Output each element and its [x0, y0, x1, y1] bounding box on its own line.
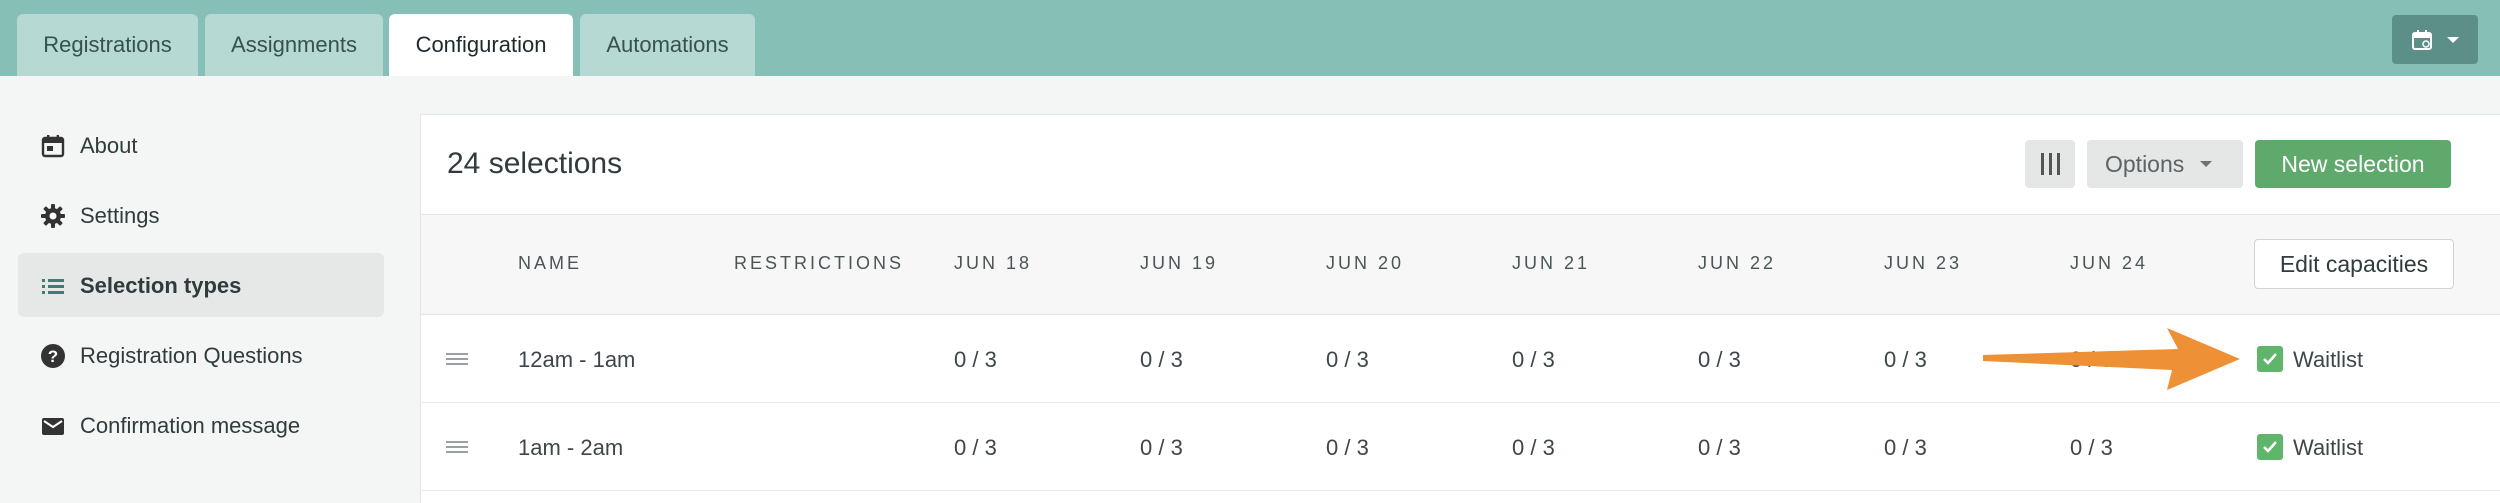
selection-count: 24 selections [447, 147, 623, 180]
capacity-cell: 0 / 3 [2070, 435, 2113, 460]
row-name: 12am - 1am [518, 347, 636, 372]
calendar-dropdown-button[interactable] [2392, 15, 2478, 64]
column-toggle-button[interactable] [2025, 140, 2075, 188]
sidebar-item-settings[interactable]: Settings [18, 183, 384, 247]
column-header-date[interactable]: Jun 23 [1884, 253, 1962, 274]
edit-capacities-button[interactable]: Edit capacities [2254, 239, 2454, 289]
sidebar-item-confirmation-message[interactable]: Confirmation message [18, 393, 384, 457]
sidebar-item-label: About [80, 133, 138, 158]
table-row[interactable]: 12am - 1am 0 / 3 0 / 3 0 / 3 0 / 3 0 / 3… [421, 315, 2500, 403]
column-header-date[interactable]: Jun 18 [954, 253, 1032, 274]
checkmark-icon [2263, 353, 2277, 365]
column-header-restrictions[interactable]: Restrictions [734, 253, 904, 274]
calendar-icon [2412, 29, 2432, 50]
sidebar-item-label: Registration Questions [80, 343, 303, 368]
sidebar-item-label: Selection types [80, 273, 242, 298]
drag-handle-icon[interactable] [446, 353, 468, 365]
list-icon [42, 279, 64, 294]
capacity-cell: 0 / 3 [1884, 347, 1927, 372]
capacity-cell: 0 / 3 [954, 347, 997, 372]
waitlist-label: Waitlist [2293, 347, 2364, 372]
capacity-cell: 0 / 3 [1884, 435, 1927, 460]
column-header-date[interactable]: Jun 19 [1140, 253, 1218, 274]
waitlist-checkbox[interactable] [2257, 346, 2283, 372]
sidebar-item-label: Settings [80, 203, 160, 228]
column-header-name[interactable]: Name [518, 253, 582, 274]
capacity-cell: 0 / 3 [954, 435, 997, 460]
capacity-cell: 0 / 3 [1512, 435, 1555, 460]
column-header-date[interactable]: Jun 20 [1326, 253, 1404, 274]
new-selection-button[interactable]: New selection [2255, 140, 2451, 188]
tab-registrations[interactable]: Registrations [17, 14, 198, 76]
tab-assignments[interactable]: Assignments [205, 14, 383, 76]
options-label: Options [2105, 150, 2185, 177]
table-row[interactable]: 1am - 2am 0 / 3 0 / 3 0 / 3 0 / 3 0 / 3 … [421, 403, 2500, 491]
column-header-date[interactable]: Jun 21 [1512, 253, 1590, 274]
capacity-cell: 0 / 3 [1326, 435, 1369, 460]
checkmark-icon [2263, 441, 2277, 453]
table-header: Name Restrictions Jun 18 Jun 19 Jun 20 J… [421, 215, 2500, 315]
capacity-cell: 0 / 3 [1698, 347, 1741, 372]
column-header-date[interactable]: Jun 24 [2070, 253, 2148, 274]
envelope-icon [42, 418, 64, 435]
calendar-icon [41, 135, 65, 158]
tab-configuration[interactable]: Configuration [389, 14, 573, 76]
chevron-down-icon [2447, 36, 2459, 43]
capacity-cell: 0 / 3 [1140, 347, 1183, 372]
row-name: 1am - 2am [518, 435, 624, 460]
capacity-cell: 0 / 3 [1140, 435, 1183, 460]
capacity-cell: 0 / 3 [1326, 347, 1369, 372]
waitlist-label: Waitlist [2293, 435, 2364, 460]
drag-handle-icon[interactable] [446, 441, 468, 453]
sidebar-item-selection-types[interactable]: Selection types [18, 253, 384, 317]
question-icon: ? [41, 344, 65, 368]
columns-icon [2040, 153, 2044, 175]
selections-panel: 24 selections Options New selection Name… [420, 114, 2500, 503]
tab-automations[interactable]: Automations [580, 14, 755, 76]
sidebar-item-about[interactable]: About [18, 113, 384, 177]
sidebar-item-label: Confirmation message [80, 413, 301, 438]
column-header-date[interactable]: Jun 22 [1698, 253, 1776, 274]
options-dropdown-button[interactable]: Options [2087, 140, 2243, 188]
top-bar: Registrations Assignments Configuration … [0, 0, 2500, 76]
capacity-cell: 0 / 3 [2070, 347, 2113, 372]
panel-header: 24 selections Options New selection [421, 115, 2500, 215]
chevron-down-icon [2200, 161, 2213, 167]
capacity-cell: 0 / 3 [1698, 435, 1741, 460]
waitlist-checkbox[interactable] [2257, 434, 2283, 460]
capacity-cell: 0 / 3 [1512, 347, 1555, 372]
svg-text:?: ? [48, 347, 58, 366]
sidebar-item-registration-questions[interactable]: ? Registration Questions [18, 323, 384, 387]
gear-icon [41, 204, 65, 228]
